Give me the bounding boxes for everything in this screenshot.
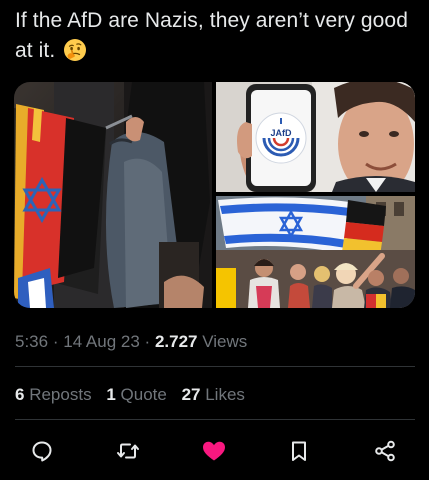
- flag-with-star-of-david-image: [14, 82, 212, 308]
- like-button[interactable]: [196, 433, 232, 469]
- engagement-stats: 6 Reposts 1 Quote 27 Likes: [15, 385, 255, 405]
- repost-button[interactable]: [110, 433, 146, 469]
- media-image-3[interactable]: [216, 196, 415, 308]
- quotes-count: 1: [106, 385, 116, 404]
- views-label: Views: [202, 332, 248, 351]
- divider: [15, 366, 415, 367]
- likes-count: 27: [181, 385, 201, 404]
- reposts-label: Reposts: [29, 385, 92, 404]
- quotes-label: Quote: [120, 385, 167, 404]
- jafd-logo-text: JAfD: [270, 128, 292, 138]
- action-bar: [0, 433, 429, 469]
- tweet-text-block: If the AfD are Nazis, they aren’t very g…: [15, 6, 415, 71]
- media-image-1[interactable]: [14, 82, 212, 308]
- like-icon: [203, 441, 225, 461]
- tweet-time[interactable]: 5:36: [15, 332, 48, 351]
- repost-icon: [117, 443, 139, 459]
- media-image-2[interactable]: JAfD: [216, 82, 415, 192]
- bookmark-icon: [292, 441, 306, 461]
- likes-label: Likes: [205, 385, 245, 404]
- tweet-meta-line: 5:36 · 14 Aug 23 · 2.727 Views: [15, 332, 247, 352]
- tweet-date[interactable]: 14 Aug 23: [63, 332, 140, 351]
- crowd-with-israeli-and-german-flags-image: [216, 196, 415, 308]
- views-count: 2.727: [154, 332, 198, 351]
- thinking-face-emoji-icon: [63, 38, 87, 71]
- reposts-stat[interactable]: 6 Reposts: [15, 385, 96, 404]
- reply-button[interactable]: [24, 433, 60, 469]
- bookmark-button[interactable]: [281, 433, 317, 469]
- quotes-stat[interactable]: 1 Quote: [106, 385, 171, 404]
- divider: [15, 419, 415, 420]
- share-button[interactable]: [367, 433, 403, 469]
- phone-with-jafd-logo-image: JAfD: [216, 82, 415, 192]
- meta-separator: ·: [144, 332, 151, 351]
- reply-icon: [32, 441, 52, 462]
- likes-stat[interactable]: 27 Likes: [182, 385, 245, 404]
- reposts-count: 6: [15, 385, 25, 404]
- media-grid: JAfD: [14, 82, 415, 308]
- meta-separator: ·: [52, 332, 59, 351]
- share-icon: [375, 440, 395, 462]
